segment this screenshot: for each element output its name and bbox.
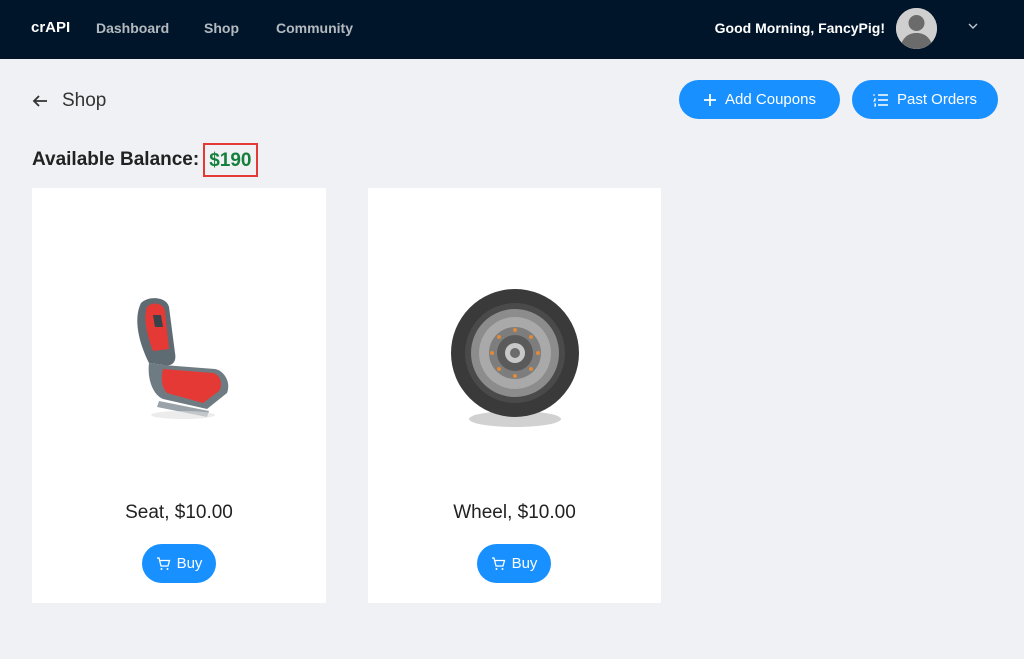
add-coupons-label: Add Coupons xyxy=(725,91,816,108)
wheel-icon xyxy=(450,289,579,427)
balance-label: Available Balance: xyxy=(32,149,200,170)
ordered-list-icon xyxy=(872,93,888,106)
greeting-text: Good Morning, FancyPig! xyxy=(714,20,885,36)
avatar[interactable] xyxy=(896,8,937,49)
buy-label: Buy xyxy=(511,555,538,572)
nav-community[interactable]: Community xyxy=(276,20,353,36)
nav-dashboard[interactable]: Dashboard xyxy=(96,20,169,36)
past-orders-button[interactable]: Past Orders xyxy=(852,80,998,119)
product-image xyxy=(32,238,326,478)
product-image xyxy=(368,238,661,478)
cart-icon xyxy=(156,556,170,570)
product-card-seat: Seat, $10.00 Buy xyxy=(32,188,326,603)
chevron-down-icon[interactable] xyxy=(966,19,980,33)
cart-icon xyxy=(491,556,505,570)
balance-value: $190 xyxy=(203,143,258,177)
product-caption: Wheel, $10.00 xyxy=(453,502,576,523)
user-avatar-icon xyxy=(896,8,937,49)
add-coupons-button[interactable]: Add Coupons xyxy=(679,80,840,119)
plus-icon xyxy=(704,93,717,106)
buy-button-seat[interactable]: Buy xyxy=(142,544,216,583)
product-caption: Seat, $10.00 xyxy=(125,502,233,523)
nav-shop[interactable]: Shop xyxy=(204,20,239,36)
product-card-wheel: Wheel, $10.00 Buy xyxy=(368,188,661,603)
past-orders-label: Past Orders xyxy=(896,91,978,108)
car-seat-icon xyxy=(137,298,229,419)
brand-logo[interactable]: crAPI xyxy=(31,19,70,36)
buy-label: Buy xyxy=(176,555,203,572)
arrow-left-icon[interactable] xyxy=(31,92,49,110)
buy-button-wheel[interactable]: Buy xyxy=(477,544,551,583)
top-navbar: crAPI Dashboard Shop Community Good Morn… xyxy=(0,0,1024,59)
page-title: Shop xyxy=(62,90,107,111)
balance-row: Available Balance: $190 xyxy=(32,143,258,177)
page-header: Shop xyxy=(31,88,106,114)
